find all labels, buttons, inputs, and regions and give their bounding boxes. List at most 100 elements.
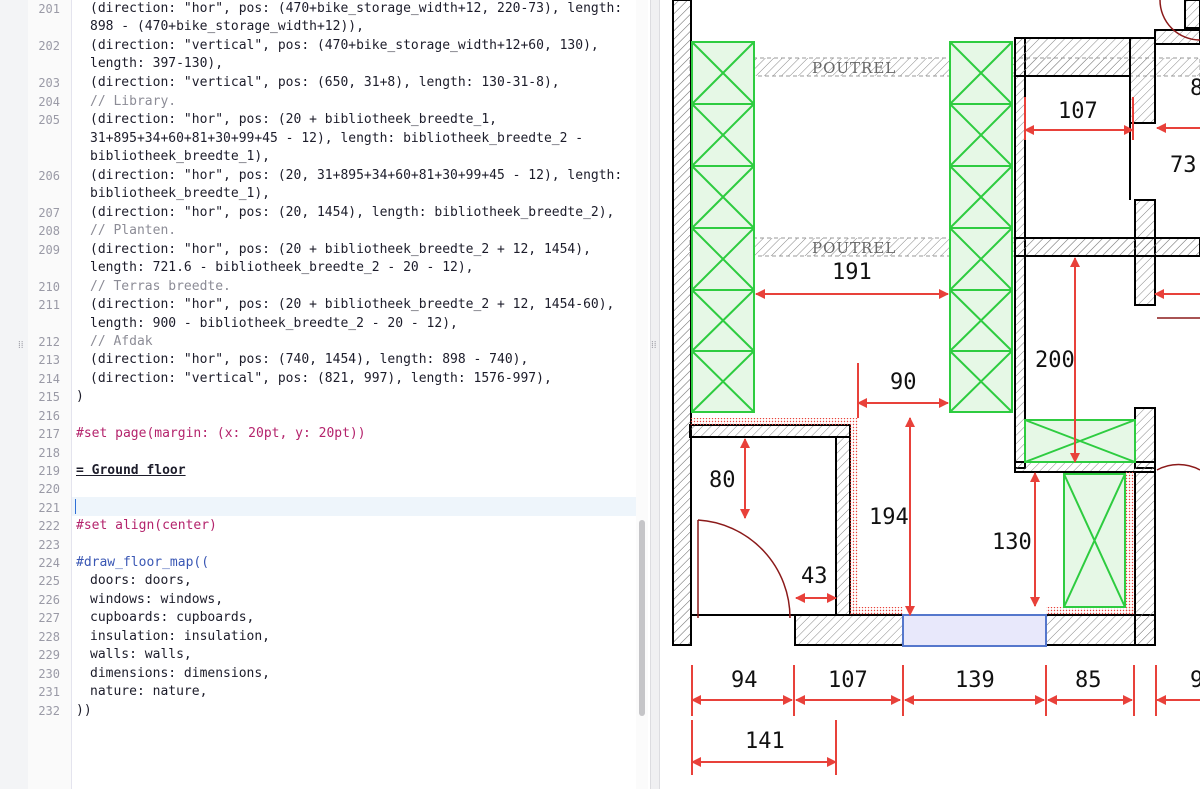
code-text: windows: windows, — [90, 592, 224, 607]
dimension-label: 200 — [1035, 348, 1075, 373]
line-number: 212 — [38, 335, 60, 349]
line-number: 229 — [38, 648, 60, 662]
code-line: #set page(margin: (x: 20pt, y: 20pt)) — [76, 425, 366, 443]
line-number: 211 — [38, 298, 60, 312]
code-line: (direction: "hor", pos: (20, 1454), leng… — [90, 204, 614, 222]
code-text: walls: walls, — [90, 647, 192, 662]
pane-divider[interactable] — [650, 0, 660, 789]
editor-scrollbar-thumb[interactable] — [639, 520, 645, 716]
editor-side-strip — [0, 0, 28, 789]
text-caret — [75, 499, 76, 514]
code-line: windows: windows, — [90, 591, 223, 609]
code-line: length: 721.6 - bibliotheek_breedte_2 - … — [90, 259, 474, 277]
line-number: 202 — [38, 39, 60, 53]
line-number: 221 — [38, 501, 60, 515]
code-line: length: 397-130), — [90, 55, 223, 73]
code-line: dimensions: dimensions, — [90, 665, 270, 683]
code-line: #draw_floor_map(( — [76, 554, 209, 572]
beam-label: POUTREL — [812, 239, 896, 257]
line-number: 232 — [38, 704, 60, 718]
code-line: nature: nature, — [90, 683, 207, 701]
dimension-label: 191 — [832, 260, 872, 285]
line-number: 228 — [38, 630, 60, 644]
code-text: dimensions: dimensions, — [90, 666, 271, 681]
line-number: 216 — [38, 409, 60, 423]
line-number: 227 — [38, 611, 60, 625]
code-line: doors: doors, — [90, 572, 192, 590]
line-number: 207 — [38, 206, 60, 220]
line-number: 210 — [38, 280, 60, 294]
dimension-label: 43 — [801, 564, 828, 589]
code-line: (direction: "hor", pos: (20 + bibliothee… — [90, 111, 497, 129]
line-number: 230 — [38, 667, 60, 681]
code-line: ) — [76, 388, 84, 406]
line-number: 208 — [38, 224, 60, 238]
line-number: 206 — [38, 169, 60, 183]
line-number: 214 — [38, 372, 60, 386]
preview-pane[interactable]: POUTREL POUTREL 107 73 8 191 200 90 80 1… — [660, 0, 1200, 789]
cupboard — [691, 41, 755, 413]
line-number: 222 — [38, 519, 60, 533]
code-text: #set align(center) — [76, 518, 217, 533]
code-line: bibliotheek_breedte_1), — [90, 148, 270, 166]
code-line: (direction: "hor", pos: (20 + bibliothee… — [90, 241, 591, 259]
code-text: length: 721.6 - bibliotheek_breedte_2 - … — [90, 260, 474, 275]
code-line: (direction: "vertical", pos: (650, 31+8)… — [90, 74, 560, 92]
window — [902, 614, 1047, 647]
code-text: #set page(margin: (x: 20pt, y: 20pt)) — [76, 426, 366, 441]
code-text: // Terras breedte. — [90, 279, 231, 294]
line-number: 223 — [38, 538, 60, 552]
cupboard — [1063, 473, 1126, 608]
beam-label: POUTREL — [812, 59, 896, 77]
code-text: // Planten. — [90, 223, 177, 238]
line-number: 220 — [38, 482, 60, 496]
line-number: 225 — [38, 574, 60, 588]
code-text: cupboards: cupboards, — [90, 610, 255, 625]
line-number: 215 — [38, 390, 60, 404]
pane-grip-icon[interactable]: ⁞⁞ — [18, 340, 24, 351]
dimension-label: 9 — [1190, 668, 1200, 693]
code-text: (direction: "hor", pos: (20 + bibliothee… — [90, 297, 615, 312]
dimension-label: 94 — [731, 668, 758, 693]
code-text: nature: nature, — [90, 684, 208, 699]
code-line: (direction: "hor", pos: (20, 31+895+34+6… — [90, 167, 622, 185]
code-heading: = Ground floor — [76, 462, 186, 480]
dimension-label: 107 — [828, 668, 868, 693]
dimension-label: 130 — [992, 530, 1032, 555]
code-text: (direction: "hor", pos: (20, 1454), leng… — [90, 205, 615, 220]
line-number: 209 — [38, 243, 60, 257]
code-text: length: 900 - bibliotheek_breedte_2 - 20… — [90, 316, 458, 331]
code-line: insulation: insulation, — [90, 628, 270, 646]
cupboard — [1024, 419, 1136, 463]
beam — [689, 57, 1200, 257]
code-text: (direction: "hor", pos: (470+bike_storag… — [90, 1, 623, 16]
code-text: #draw_floor_map(( — [76, 555, 210, 570]
code-line: (direction: "vertical", pos: (470+bike_s… — [90, 37, 599, 55]
code-text: (direction: "vertical", pos: (650, 31+8)… — [90, 75, 560, 90]
code-text: doors: doors, — [90, 573, 192, 588]
code-line: 898 - (470+bike_storage_width+12)), — [90, 18, 364, 36]
current-line-highlight — [72, 497, 636, 516]
code-text: (direction: "vertical", pos: (821, 997),… — [90, 371, 552, 386]
divider-grip-icon[interactable]: ⁞⁞ — [651, 340, 657, 351]
code-text: ) — [76, 389, 84, 404]
line-number: 217 — [38, 427, 60, 441]
code-line: 31+895+34+60+81+30+99+45 - 12), length: … — [90, 130, 583, 148]
code-line: (direction: "hor", pos: (740, 1454), len… — [90, 351, 528, 369]
dimension-label: 139 — [955, 668, 995, 693]
line-number: 224 — [38, 556, 60, 570]
dimension-label: 8 — [1190, 76, 1200, 101]
code-text: (direction: "hor", pos: (20 + bibliothee… — [90, 112, 497, 127]
code-text: 31+895+34+60+81+30+99+45 - 12), length: … — [90, 131, 584, 146]
code-editor[interactable]: 201 202 203 204 205 206 207 208 209 210 … — [0, 0, 650, 789]
code-text: insulation: insulation, — [90, 629, 271, 644]
code-line: (direction: "hor", pos: (470+bike_storag… — [90, 0, 622, 18]
line-number: 213 — [38, 353, 60, 367]
code-text: length: 397-130), — [90, 56, 224, 71]
code-line: )) — [76, 702, 92, 720]
code-text: // Afdak — [90, 334, 153, 349]
code-text: (direction: "hor", pos: (20 + bibliothee… — [90, 242, 591, 257]
code-comment: // Terras breedte. — [90, 278, 231, 296]
line-number: 226 — [38, 593, 60, 607]
dimension-label: 73 — [1170, 153, 1197, 178]
